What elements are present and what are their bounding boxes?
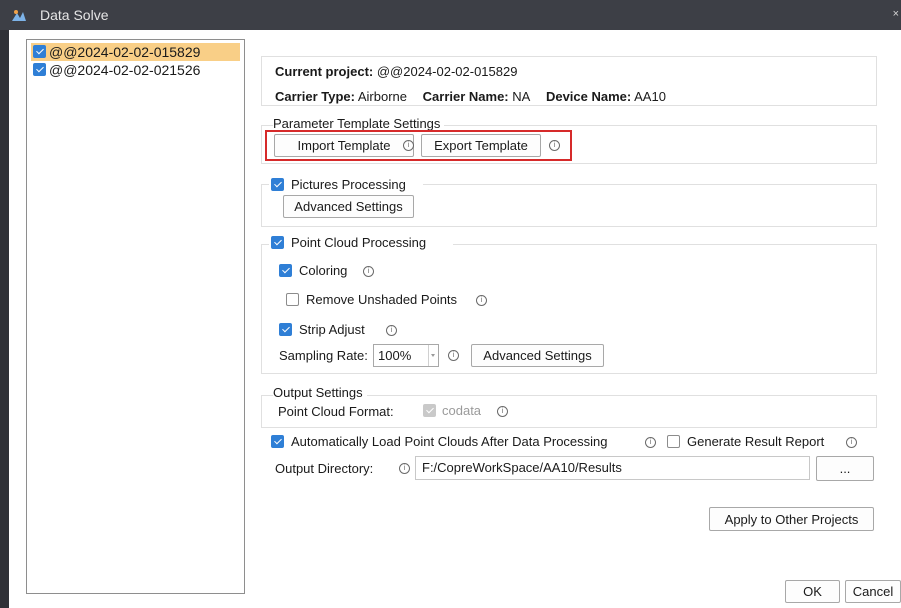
sampling-rate-value: 100% xyxy=(378,348,412,363)
point-cloud-format-option: codata i xyxy=(421,402,531,420)
pictures-advanced-settings-button[interactable]: Advanced Settings xyxy=(283,195,414,218)
ok-button[interactable]: OK xyxy=(785,580,840,603)
generate-report-info-icon[interactable]: i xyxy=(846,437,857,448)
project-item-2[interactable]: @@2024-02-02-021526 xyxy=(31,61,240,79)
project-info-panel: Current project: @@2024-02-02-015829 Car… xyxy=(261,56,877,106)
sampling-rate-info-icon[interactable]: i xyxy=(448,350,459,361)
format-info-icon[interactable]: i xyxy=(497,406,508,417)
device-name-label: Device Name: xyxy=(545,89,632,104)
title-bar: Data Solve × xyxy=(0,0,901,30)
current-project-line: Current project: @@2024-02-02-015829 xyxy=(275,64,517,79)
cancel-button[interactable]: Cancel xyxy=(845,580,901,603)
coloring-checkbox[interactable] xyxy=(279,264,292,277)
strip-adjust-info-icon[interactable]: i xyxy=(386,325,397,336)
browse-directory-button[interactable]: ... xyxy=(816,456,874,481)
remove-unshaded-option[interactable]: Remove Unshaded Points i xyxy=(284,291,514,309)
window-edge xyxy=(0,30,9,608)
remove-unshaded-checkbox[interactable] xyxy=(286,293,299,306)
app-icon xyxy=(12,10,26,21)
output-directory-field[interactable]: F:/CopreWorkSpace/AA10/Results xyxy=(415,456,810,480)
pictures-processing-title: Pictures Processing xyxy=(291,177,406,192)
apply-to-other-projects-button[interactable]: Apply to Other Projects xyxy=(709,507,874,531)
device-name-value: AA10 xyxy=(634,89,666,104)
project-2-checkbox[interactable] xyxy=(33,63,46,76)
point-cloud-format-label: Point Cloud Format: xyxy=(278,404,394,419)
generate-report-option[interactable]: Generate Result Report i xyxy=(665,433,865,451)
remove-unshaded-info-icon[interactable]: i xyxy=(476,295,487,306)
auto-load-checkbox[interactable] xyxy=(271,435,284,448)
project-1-checkbox[interactable] xyxy=(33,45,46,58)
project-1-label: @@2024-02-02-015829 xyxy=(49,44,201,60)
pictures-processing-checkbox[interactable] xyxy=(271,178,284,191)
carrier-name-value: NA xyxy=(512,89,531,104)
point-cloud-processing-title: Point Cloud Processing xyxy=(291,235,427,250)
coloring-option[interactable]: Coloring i xyxy=(277,262,397,280)
close-icon[interactable]: × xyxy=(893,8,899,20)
codata-label: codata xyxy=(442,403,482,418)
carrier-type-label: Carrier Type: xyxy=(275,89,355,104)
point-cloud-advanced-settings-button[interactable]: Advanced Settings xyxy=(471,344,604,367)
output-directory-label: Output Directory: xyxy=(275,461,374,476)
coloring-info-icon[interactable]: i xyxy=(363,266,374,277)
template-settings-title: Parameter Template Settings xyxy=(273,116,445,131)
point-cloud-processing-header[interactable]: Point Cloud Processing xyxy=(269,234,453,252)
carrier-line: Carrier Type: Airborne Carrier Name: NA … xyxy=(275,89,666,104)
generate-report-label: Generate Result Report xyxy=(687,434,825,449)
highlight-box xyxy=(265,130,572,161)
project-2-label: @@2024-02-02-021526 xyxy=(49,62,201,78)
window-title: Data Solve xyxy=(40,7,109,23)
strip-adjust-option[interactable]: Strip Adjust i xyxy=(277,321,407,339)
current-project-label: Current project: xyxy=(275,64,374,79)
auto-load-option[interactable]: Automatically Load Point Clouds After Da… xyxy=(269,433,659,451)
generate-report-checkbox[interactable] xyxy=(667,435,680,448)
strip-adjust-label: Strip Adjust xyxy=(299,322,365,337)
project-list[interactable]: @@2024-02-02-015829 @@2024-02-02-021526 xyxy=(26,39,245,594)
carrier-type-value: Airborne xyxy=(357,89,408,104)
output-directory-info-icon[interactable]: i xyxy=(399,463,410,474)
auto-load-info-icon[interactable]: i xyxy=(645,437,656,448)
carrier-name-label: Carrier Name: xyxy=(422,89,509,104)
strip-adjust-checkbox[interactable] xyxy=(279,323,292,336)
pictures-processing-header[interactable]: Pictures Processing xyxy=(269,176,423,194)
remove-unshaded-label: Remove Unshaded Points xyxy=(306,292,458,307)
auto-load-label: Automatically Load Point Clouds After Da… xyxy=(291,434,608,449)
sampling-rate-label: Sampling Rate: xyxy=(279,348,368,363)
output-settings-title: Output Settings xyxy=(273,385,367,400)
current-project-value: @@2024-02-02-015829 xyxy=(376,64,518,79)
sampling-rate-select[interactable]: 100% xyxy=(373,344,439,367)
project-item-1[interactable]: @@2024-02-02-015829 xyxy=(31,43,240,61)
coloring-label: Coloring xyxy=(299,263,348,278)
point-cloud-processing-checkbox[interactable] xyxy=(271,236,284,249)
codata-checkbox xyxy=(423,404,436,417)
chevron-down-icon[interactable] xyxy=(428,345,438,366)
